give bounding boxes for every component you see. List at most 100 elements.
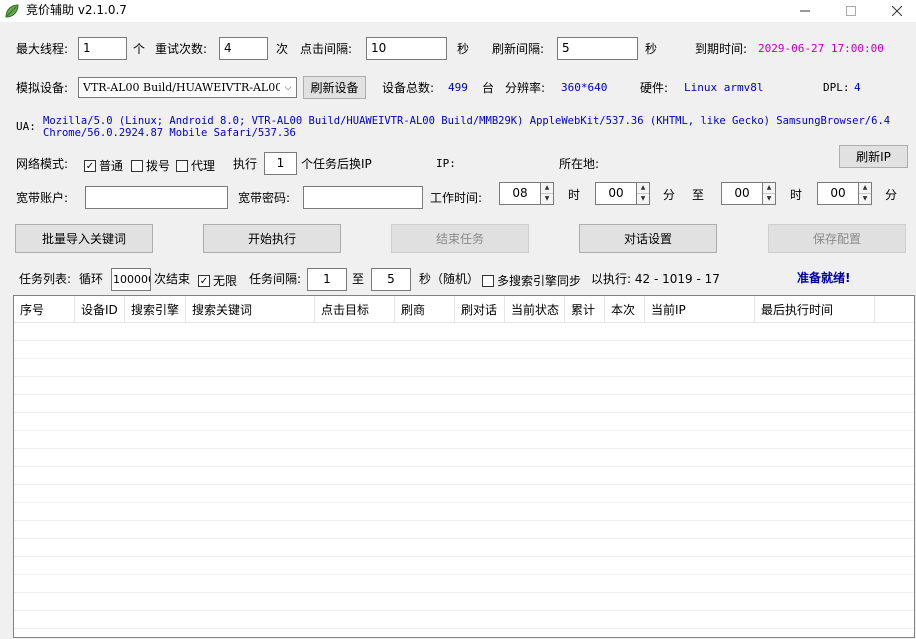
click-interval-unit: 秒 — [457, 42, 470, 56]
network-proxy-checkbox[interactable]: 代理 — [176, 157, 215, 174]
checkbox-empty-icon — [482, 274, 494, 287]
device-select-value: VTR-AL00 Build/HUAWEIVTR-AL00 — [83, 81, 280, 94]
row-separator — [14, 502, 914, 503]
close-icon[interactable] — [874, 0, 916, 22]
click-interval-label: 点击间隔: — [300, 42, 353, 56]
row-separator — [14, 448, 914, 449]
click-interval-input[interactable]: 10 — [366, 37, 447, 60]
chevron-down-icon: ⌵ — [284, 82, 292, 93]
ua-line-2: Chrome/56.0.2924.87 Mobile Safari/537.36 — [43, 127, 296, 139]
ip-label: IP: — [436, 157, 456, 170]
column-header[interactable]: 当前IP — [645, 296, 755, 322]
hardware-label: 硬件: — [640, 81, 669, 95]
interval-to-label: 至 — [352, 272, 365, 286]
checkbox-empty-icon — [131, 159, 143, 172]
retry-input[interactable]: 4 — [219, 37, 268, 60]
dialog-settings-button[interactable]: 对话设置 — [579, 224, 717, 253]
exec-count-input[interactable]: 1 — [264, 152, 297, 175]
exec-suffix: 个任务后换IP — [301, 157, 372, 171]
row-separator — [14, 592, 914, 593]
save-config-button[interactable]: 保存配置 — [768, 224, 906, 253]
column-header[interactable]: 序号 — [14, 296, 75, 322]
column-header[interactable]: 搜索引擎 — [125, 296, 186, 322]
arrow-up-icon[interactable]: ▲ — [637, 183, 649, 194]
ua-label: UA: — [16, 120, 36, 133]
end-hour-value[interactable]: 00 — [721, 182, 762, 205]
minimize-icon[interactable] — [782, 0, 828, 22]
location-label: 所在地: — [559, 157, 600, 171]
interval-to-input[interactable]: 5 — [371, 268, 411, 291]
arrow-down-icon[interactable]: ▼ — [763, 194, 775, 204]
row-separator — [14, 358, 914, 359]
row-separator — [14, 466, 914, 467]
multi-engine-label: 多搜索引擎同步 — [497, 274, 582, 288]
max-threads-input[interactable]: 1 — [78, 37, 127, 60]
unlimited-checkbox[interactable]: ✓ 无限 — [198, 272, 237, 289]
network-mode-label: 网络模式: — [16, 157, 69, 171]
device-total-value: 499 — [448, 81, 468, 94]
start-hour-stepper[interactable]: 08 ▲ ▼ — [499, 182, 554, 205]
device-select[interactable]: VTR-AL00 Build/HUAWEIVTR-AL00 ⌵ — [78, 77, 297, 98]
maximize-icon[interactable] — [828, 0, 874, 22]
device-total-unit: 台 — [482, 81, 495, 95]
row-separator — [14, 340, 914, 341]
dpl-value: 4 — [854, 81, 861, 94]
arrow-down-icon[interactable]: ▼ — [859, 194, 871, 204]
device-total-label: 设备总数: — [382, 81, 435, 95]
resolution-value: 360*640 — [561, 81, 608, 94]
network-dial-label: 拨号 — [146, 159, 171, 173]
hardware-value: Linux armv8l — [684, 81, 764, 94]
network-normal-checkbox[interactable]: ✓ 普通 — [84, 157, 123, 174]
arrow-up-icon[interactable]: ▲ — [763, 183, 775, 194]
network-dial-checkbox[interactable]: 拨号 — [131, 157, 170, 174]
start-minute-value[interactable]: 00 — [595, 182, 636, 205]
column-header[interactable]: 刷商 — [395, 296, 455, 322]
end-hour-stepper[interactable]: 00 ▲ ▼ — [721, 182, 776, 205]
task-interval-label: 任务间隔: — [249, 272, 302, 286]
start-hour-value[interactable]: 08 — [499, 182, 540, 205]
end-minute-stepper[interactable]: 00 ▲ ▼ — [817, 182, 872, 205]
column-header[interactable]: 设备ID — [75, 296, 125, 322]
task-table[interactable]: 序号 设备ID 搜索引擎 搜索关键词 点击目标 刷商 刷对话 当前状态 累计 本… — [13, 295, 915, 638]
column-header[interactable]: 当前状态 — [505, 296, 565, 322]
import-keywords-button[interactable]: 批量导入关键词 — [15, 224, 153, 253]
end-minute-unit: 分 — [885, 188, 898, 202]
interval-from-input[interactable]: 1 — [307, 268, 347, 291]
retry-label: 重试次数: — [155, 42, 208, 56]
retry-unit: 次 — [276, 42, 289, 56]
row-separator — [14, 574, 914, 575]
start-button[interactable]: 开始执行 — [203, 224, 341, 253]
column-header[interactable]: 搜索关键词 — [186, 296, 315, 322]
refresh-interval-input[interactable]: 5 — [557, 37, 638, 60]
refresh-ip-button[interactable]: 刷新IP — [839, 145, 908, 168]
column-header[interactable]: 本次 — [605, 296, 645, 322]
start-hour-unit: 时 — [568, 188, 581, 202]
start-minute-unit: 分 — [663, 188, 676, 202]
arrow-down-icon[interactable]: ▼ — [637, 194, 649, 204]
stop-task-button[interactable]: 结束任务 — [391, 224, 529, 253]
broadband-account-input[interactable] — [85, 186, 228, 209]
broadband-password-input[interactable] — [303, 186, 423, 209]
arrow-down-icon[interactable]: ▼ — [541, 194, 553, 204]
row-separator — [14, 556, 914, 557]
status-text: 准备就绪! — [797, 271, 851, 285]
work-time-to-label: 至 — [692, 188, 705, 202]
column-header[interactable]: 刷对话 — [455, 296, 505, 322]
multi-engine-checkbox[interactable]: 多搜索引擎同步 — [482, 272, 581, 289]
max-threads-label: 最大线程: — [16, 42, 69, 56]
column-header[interactable]: 累计 — [565, 296, 605, 322]
interval-suffix: 秒（随机） — [419, 272, 480, 286]
window-title: 竞价辅助 v2.1.0.7 — [26, 3, 127, 17]
loop-count-input[interactable]: 100000 — [111, 268, 151, 291]
arrow-up-icon[interactable]: ▲ — [859, 183, 871, 194]
arrow-up-icon[interactable]: ▲ — [541, 183, 553, 194]
column-header[interactable]: 点击目标 — [315, 296, 395, 322]
loop-suffix: 次结束 — [154, 272, 191, 286]
refresh-device-button[interactable]: 刷新设备 — [303, 76, 366, 99]
end-minute-value[interactable]: 00 — [817, 182, 858, 205]
title-bar — [0, 0, 916, 22]
max-threads-unit: 个 — [133, 42, 146, 56]
start-minute-stepper[interactable]: 00 ▲ ▼ — [595, 182, 650, 205]
column-header[interactable]: 最后执行时间 — [755, 296, 875, 322]
expiry-label: 到期时间: — [695, 42, 748, 56]
